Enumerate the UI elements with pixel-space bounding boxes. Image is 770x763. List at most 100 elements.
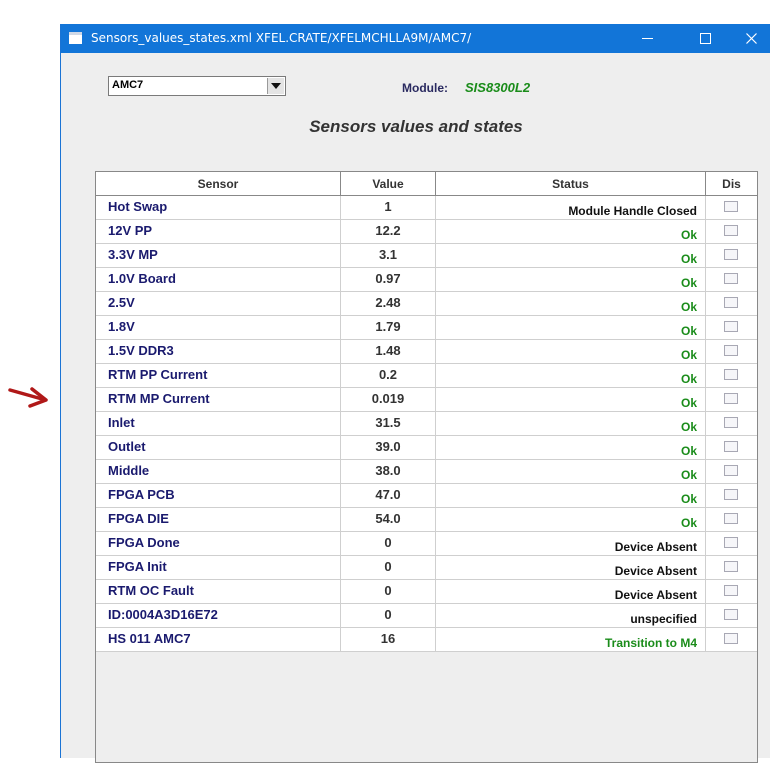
sensor-value-cell: 47.0: [341, 484, 436, 507]
disable-checkbox[interactable]: [724, 345, 738, 356]
table-row[interactable]: ID:0004A3D16E72 0 unspecified: [96, 604, 757, 628]
sensor-status-cell: Ok: [436, 508, 706, 531]
sensor-value-cell: 1.79: [341, 316, 436, 339]
disable-checkbox[interactable]: [724, 249, 738, 260]
close-button[interactable]: [729, 24, 770, 53]
window-content: AMC7 Module: SIS8300L2 Sensors values an…: [61, 53, 770, 763]
sensor-name-cell: RTM OC Fault: [96, 580, 341, 603]
disable-cell: [706, 412, 757, 435]
sensor-status-cell: Transition to M4: [436, 628, 706, 651]
table-row[interactable]: FPGA PCB 47.0 Ok: [96, 484, 757, 508]
sensor-value-cell: 31.5: [341, 412, 436, 435]
disable-checkbox[interactable]: [724, 513, 738, 524]
disable-checkbox[interactable]: [724, 561, 738, 572]
disable-checkbox[interactable]: [724, 273, 738, 284]
disable-cell: [706, 532, 757, 555]
disable-cell: [706, 508, 757, 531]
sensor-name-cell: Hot Swap: [96, 196, 341, 219]
disable-checkbox[interactable]: [724, 225, 738, 236]
disable-checkbox[interactable]: [724, 393, 738, 404]
disable-checkbox[interactable]: [724, 417, 738, 428]
close-icon: [746, 33, 757, 44]
minimize-button[interactable]: [625, 24, 671, 53]
sensor-name-cell: 1.8V: [96, 316, 341, 339]
sensor-status-cell: Device Absent: [436, 580, 706, 603]
sensor-value-cell: 54.0: [341, 508, 436, 531]
disable-checkbox[interactable]: [724, 585, 738, 596]
column-header-sensor[interactable]: Sensor: [96, 172, 341, 195]
table-row[interactable]: FPGA DIE 54.0 Ok: [96, 508, 757, 532]
table-row[interactable]: RTM PP Current 0.2 Ok: [96, 364, 757, 388]
table-row[interactable]: RTM MP Current 0.019 Ok: [96, 388, 757, 412]
sensor-status-cell: Ok: [436, 460, 706, 483]
disable-cell: [706, 388, 757, 411]
disable-checkbox[interactable]: [724, 321, 738, 332]
disable-cell: [706, 436, 757, 459]
table-header: Sensor Value Status Dis: [96, 172, 757, 196]
table-row[interactable]: 1.5V DDR3 1.48 Ok: [96, 340, 757, 364]
sensor-name-cell: Inlet: [96, 412, 341, 435]
disable-cell: [706, 220, 757, 243]
sensor-status-cell: Ok: [436, 340, 706, 363]
disable-cell: [706, 460, 757, 483]
disable-cell: [706, 604, 757, 627]
sensor-value-cell: 0.019: [341, 388, 436, 411]
sensor-status-cell: Ok: [436, 412, 706, 435]
sensor-status-cell: Ok: [436, 484, 706, 507]
table-row[interactable]: 1.8V 1.79 Ok: [96, 316, 757, 340]
sensor-value-cell: 0.97: [341, 268, 436, 291]
sensor-name-cell: FPGA DIE: [96, 508, 341, 531]
table-row[interactable]: 1.0V Board 0.97 Ok: [96, 268, 757, 292]
table-row[interactable]: FPGA Done 0 Device Absent: [96, 532, 757, 556]
disable-checkbox[interactable]: [724, 297, 738, 308]
disable-checkbox[interactable]: [724, 609, 738, 620]
sensor-value-cell: 2.48: [341, 292, 436, 315]
disable-cell: [706, 484, 757, 507]
table-row[interactable]: 2.5V 2.48 Ok: [96, 292, 757, 316]
amc-select[interactable]: AMC7: [108, 76, 286, 96]
app-window: Sensors_values_states.xml XFEL.CRATE/XFE…: [60, 24, 770, 763]
page-title: Sensors values and states: [309, 117, 523, 136]
disable-checkbox[interactable]: [724, 489, 738, 500]
table-row[interactable]: Hot Swap 1 Module Handle Closed: [96, 196, 757, 220]
sensor-value-cell: 38.0: [341, 460, 436, 483]
maximize-button[interactable]: [683, 24, 729, 53]
disable-checkbox[interactable]: [724, 441, 738, 452]
table-row[interactable]: Inlet 31.5 Ok: [96, 412, 757, 436]
sensor-status-cell: Device Absent: [436, 532, 706, 555]
disable-cell: [706, 340, 757, 363]
table-row[interactable]: Outlet 39.0 Ok: [96, 436, 757, 460]
sensor-value-cell: 0: [341, 532, 436, 555]
sensor-status-cell: Ok: [436, 436, 706, 459]
chevron-down-icon: [271, 83, 281, 89]
table-row[interactable]: RTM OC Fault 0 Device Absent: [96, 580, 757, 604]
table-row[interactable]: 3.3V MP 3.1 Ok: [96, 244, 757, 268]
sensor-name-cell: ID:0004A3D16E72: [96, 604, 341, 627]
title-bar[interactable]: Sensors_values_states.xml XFEL.CRATE/XFE…: [61, 24, 770, 53]
disable-checkbox[interactable]: [724, 465, 738, 476]
disable-checkbox[interactable]: [724, 537, 738, 548]
sensor-value-cell: 3.1: [341, 244, 436, 267]
dropdown-button[interactable]: [267, 78, 284, 94]
column-header-status[interactable]: Status: [436, 172, 706, 195]
sensor-name-cell: 1.5V DDR3: [96, 340, 341, 363]
sensor-status-cell: Ok: [436, 364, 706, 387]
sensor-value-cell: 0: [341, 604, 436, 627]
column-header-value[interactable]: Value: [341, 172, 436, 195]
sensor-status-cell: Ok: [436, 316, 706, 339]
table-row[interactable]: 12V PP 12.2 Ok: [96, 220, 757, 244]
sensor-value-cell: 39.0: [341, 436, 436, 459]
table-row[interactable]: FPGA Init 0 Device Absent: [96, 556, 757, 580]
disable-cell: [706, 196, 757, 219]
table-row[interactable]: HS 011 AMC7 16 Transition to M4: [96, 628, 757, 652]
sensor-status-cell: Ok: [436, 244, 706, 267]
sensor-name-cell: 12V PP: [96, 220, 341, 243]
disable-checkbox[interactable]: [724, 369, 738, 380]
app-icon: [69, 32, 82, 44]
sensor-name-cell: Outlet: [96, 436, 341, 459]
disable-checkbox[interactable]: [724, 201, 738, 212]
sensor-status-cell: Ok: [436, 220, 706, 243]
disable-checkbox[interactable]: [724, 633, 738, 644]
table-row[interactable]: Middle 38.0 Ok: [96, 460, 757, 484]
column-header-dis[interactable]: Dis: [706, 172, 757, 195]
